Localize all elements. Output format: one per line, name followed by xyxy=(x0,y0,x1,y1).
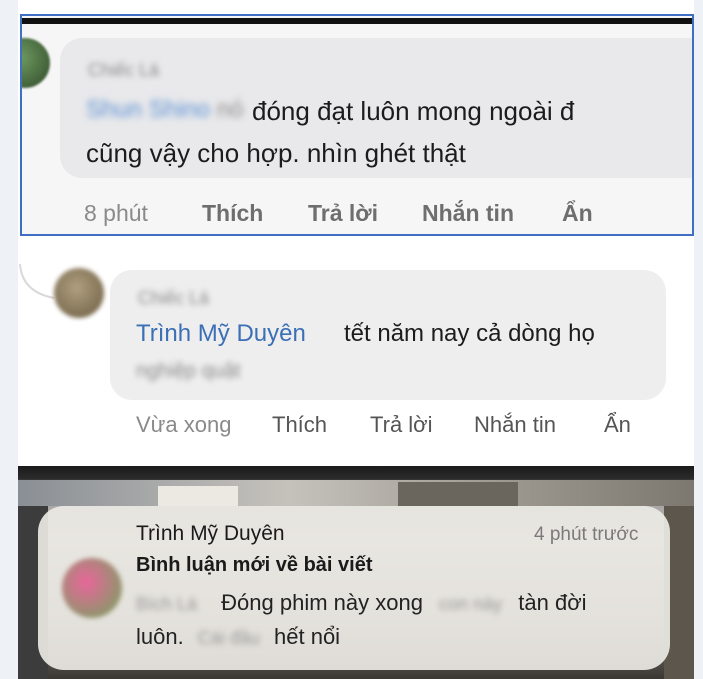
comment-text-line1: đóng đạt luôn mong ngoài đ xyxy=(252,96,575,126)
notification-avatar xyxy=(62,558,122,618)
comment-author[interactable]: Chiếc Lá xyxy=(138,288,209,309)
hide-button[interactable]: Ẩn xyxy=(604,412,631,438)
notification-subtitle: Bình luận mới về bài viết xyxy=(136,554,373,576)
notification-panel: Trình Mỹ Duyên 4 phút trước Bình luận mớ… xyxy=(18,466,694,679)
reply-button[interactable]: Trả lời xyxy=(308,200,378,227)
mention-link[interactable]: Shun Shino nó xyxy=(86,96,243,124)
message-button[interactable]: Nhắn tin xyxy=(422,200,514,227)
mention-link[interactable]: Trình Mỹ Duyên xyxy=(136,320,306,348)
background-building xyxy=(158,486,238,506)
comment-time: 8 phút xyxy=(84,200,148,226)
comment-author[interactable]: Chiếc Lá xyxy=(88,60,159,81)
screenshot-frame: Chiếc Lá Shun Shino nó đóng đạt luôn mon… xyxy=(18,0,694,679)
comment-text-line2: nghiệp quật xyxy=(136,360,241,382)
like-button[interactable]: Thích xyxy=(202,200,263,227)
avatar[interactable] xyxy=(22,38,50,88)
comment-time: Vừa xong xyxy=(136,412,232,437)
message-button[interactable]: Nhắn tin xyxy=(474,412,556,438)
avatar[interactable] xyxy=(54,268,104,318)
divider-bar xyxy=(22,18,692,24)
notification-sender: Trình Mỹ Duyên xyxy=(136,522,285,545)
like-button[interactable]: Thích xyxy=(272,412,327,438)
reply-button[interactable]: Trả lời xyxy=(370,412,433,438)
notification-time: 4 phút trước xyxy=(534,524,639,545)
comment-panel-highlighted: Chiếc Lá Shun Shino nó đóng đạt luôn mon… xyxy=(20,14,694,236)
notification-body-line2: luôn. Cái đầu hết nổi xyxy=(136,624,341,649)
thread-line xyxy=(19,263,55,299)
hide-button[interactable]: Ẩn xyxy=(562,200,593,227)
comment-text-line1: tết năm nay cả dòng họ xyxy=(344,320,595,347)
background-photo xyxy=(18,480,694,506)
comment-panel: Chiếc Lá Trình Mỹ Duyên tết năm nay cả d… xyxy=(18,248,694,460)
background-building xyxy=(398,482,518,506)
notification-body-line1: Bích Lá Đóng phim này xong con này tàn đ… xyxy=(136,590,587,615)
comment-text-line2: cũng vậy cho hợp. nhìn ghét thật xyxy=(86,138,466,168)
